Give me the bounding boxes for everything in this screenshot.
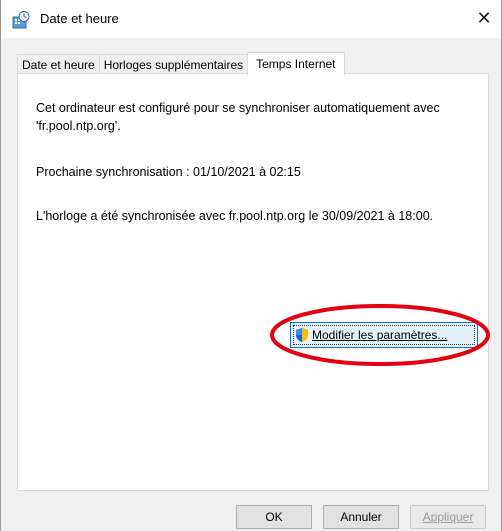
- next-sync-text: Prochaine synchronisation : 01/10/2021 à…: [36, 165, 301, 179]
- date-time-dialog: Date et heure ✕ Date et heure Horloges s…: [0, 0, 502, 531]
- tab-strip: Date et heure Horloges supplémentaires T…: [17, 52, 345, 75]
- cancel-button[interactable]: Annuler: [323, 505, 399, 529]
- ok-button[interactable]: OK: [236, 505, 312, 529]
- tab-date-time[interactable]: Date et heure: [17, 54, 100, 74]
- sync-description: Cet ordinateur est configuré pour se syn…: [36, 101, 440, 133]
- window-title: Date et heure: [40, 11, 119, 26]
- uac-shield-icon: [296, 328, 308, 342]
- date-time-app-icon: [12, 11, 30, 29]
- modify-settings-label: Modifier les paramètres...: [312, 328, 448, 342]
- close-icon: ✕: [476, 7, 492, 28]
- apply-button[interactable]: Appliquer: [410, 505, 486, 529]
- internet-time-panel: Cet ordinateur est configuré pour se syn…: [17, 73, 490, 491]
- apply-button-label: Appliquer: [422, 510, 474, 524]
- last-sync-text: L'horloge a été synchronisée avec fr.poo…: [36, 209, 434, 223]
- tab-internet-time[interactable]: Temps Internet: [247, 52, 345, 75]
- close-button[interactable]: ✕: [469, 0, 499, 36]
- tab-additional-clocks[interactable]: Horloges supplémentaires: [98, 54, 249, 74]
- title-bar: Date et heure ✕: [1, 0, 501, 38]
- modify-settings-button[interactable]: Modifier les paramètres...: [290, 322, 478, 348]
